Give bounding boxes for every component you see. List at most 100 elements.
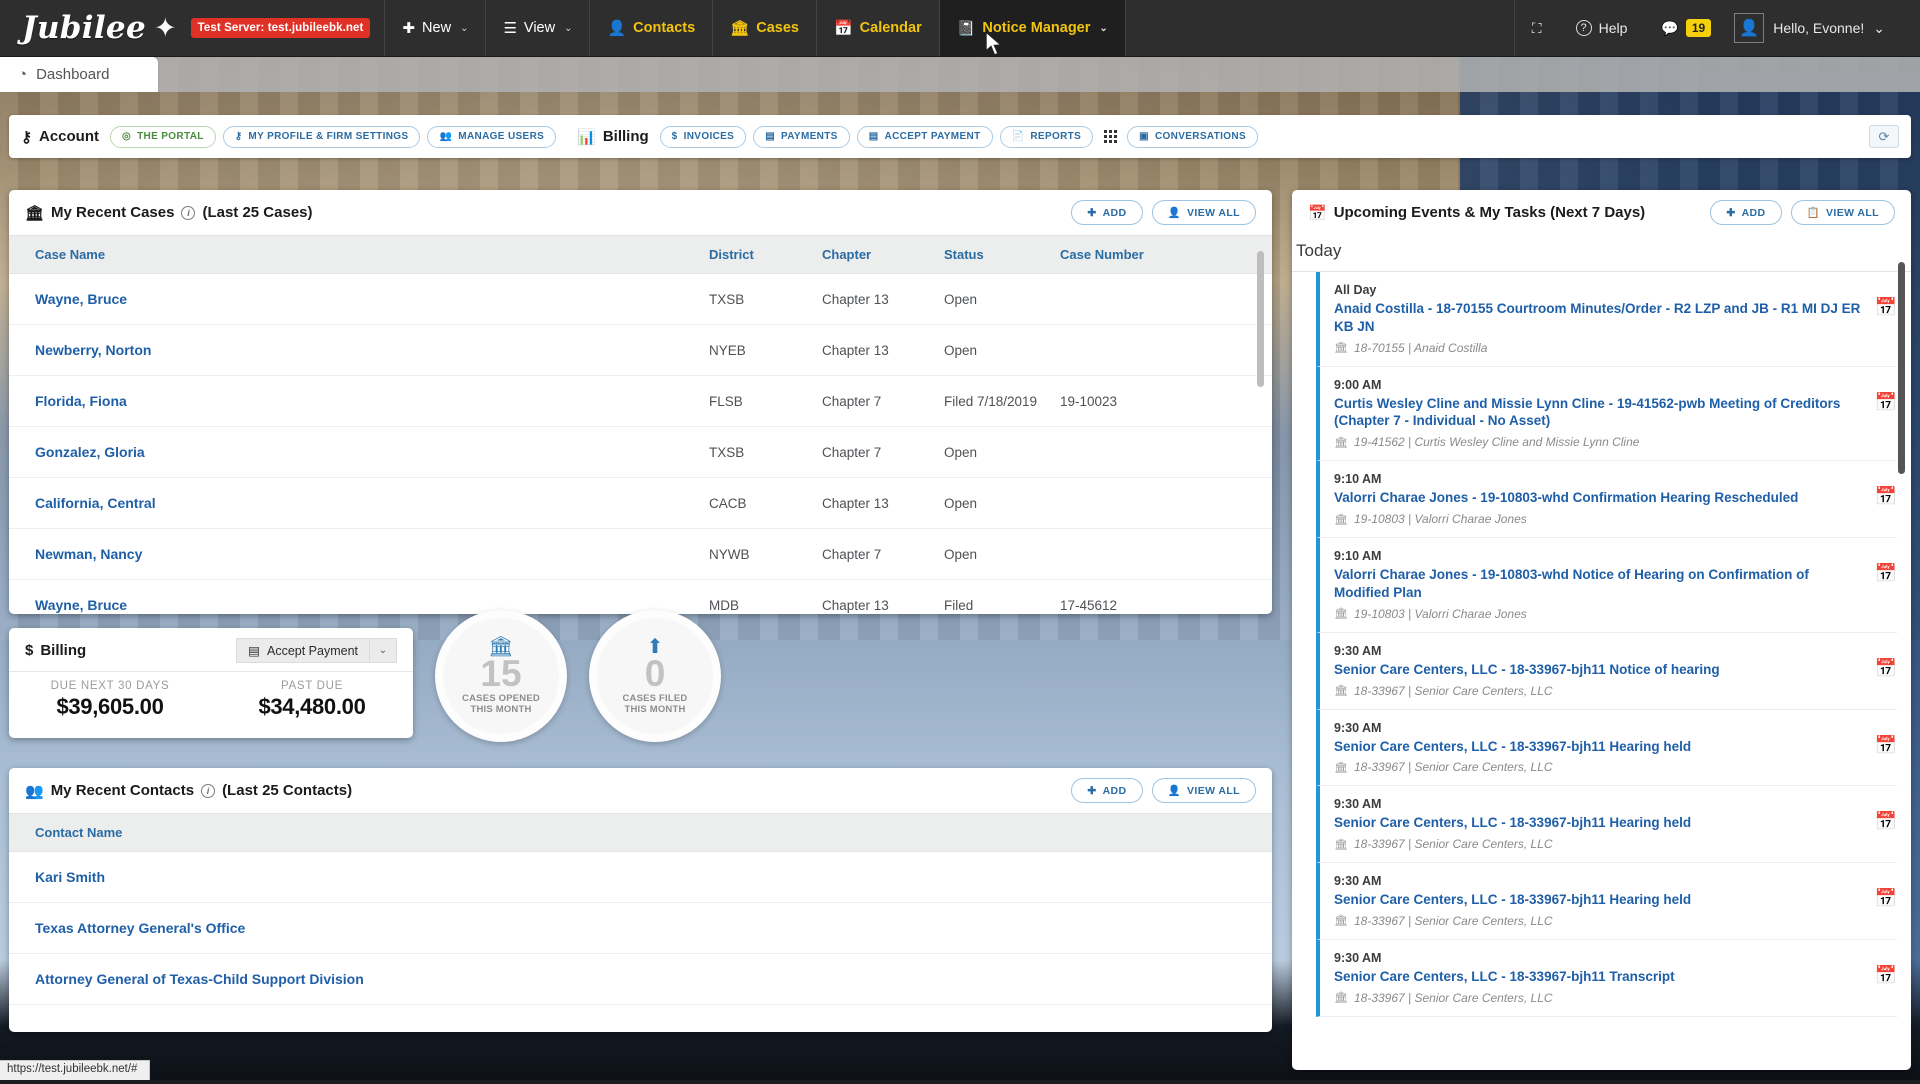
cell-case-name[interactable]: Newman, Nancy: [9, 529, 709, 580]
column-district[interactable]: District: [709, 236, 822, 274]
table-row[interactable]: Florida, FionaFLSBChapter 7Filed 7/18/20…: [9, 376, 1272, 427]
cell-case-name[interactable]: Florida, Fiona: [9, 376, 709, 427]
cell-contact-name[interactable]: Kari Smith: [9, 852, 1272, 903]
cell-case-name[interactable]: Wayne, Bruce: [9, 580, 709, 614]
event-time: 9:00 AM: [1334, 378, 1867, 392]
calendar-icon[interactable]: 📅: [1875, 658, 1897, 679]
recent-cases-scroll-area[interactable]: Case Name District Chapter Status Case N…: [9, 235, 1272, 613]
event-item[interactable]: 9:30 AMSenior Care Centers, LLC - 18-339…: [1316, 863, 1897, 940]
table-row[interactable]: Newman, NancyNYWBChapter 7Open: [9, 529, 1272, 580]
event-title[interactable]: Senior Care Centers, LLC - 18-33967-bjh1…: [1334, 738, 1867, 756]
apps-grid-icon[interactable]: [1104, 130, 1117, 143]
nav-item-view[interactable]: ☰ View ⌄: [486, 0, 590, 56]
table-row[interactable]: California, CentralCACBChapter 13Open: [9, 478, 1272, 529]
calendar-icon[interactable]: 📅: [1875, 735, 1897, 756]
nav-item-new[interactable]: ✚ New ⌄: [385, 0, 486, 56]
table-row[interactable]: Wayne, BruceTXSBChapter 13Open: [9, 274, 1272, 325]
event-title[interactable]: Senior Care Centers, LLC - 18-33967-bjh1…: [1334, 814, 1867, 832]
events-add-button[interactable]: ✚ ADD: [1710, 200, 1781, 225]
events-scroll-area[interactable]: All DayAnaid Costilla - 18-70155 Courtro…: [1292, 272, 1911, 1084]
accept-payment-dropdown-toggle[interactable]: ⌄: [370, 638, 397, 663]
calendar-icon[interactable]: 📅: [1875, 486, 1897, 507]
pill-accept-payment[interactable]: ▤ ACCEPT PAYMENT: [857, 126, 993, 148]
billing-widget: $ Billing ▤ Accept Payment ⌄ DUE NEXT 30…: [9, 628, 413, 738]
stat-cases-filed[interactable]: ⬆ 0 CASES FILED THIS MONTH: [589, 610, 721, 742]
event-title[interactable]: Valorri Charae Jones - 19-10803-whd Noti…: [1334, 566, 1867, 602]
cases-scrollbar-thumb[interactable]: [1257, 251, 1264, 387]
table-row[interactable]: Newberry, NortonNYEBChapter 13Open: [9, 325, 1272, 376]
tab-dashboard[interactable]: ◔ Dashboard: [0, 57, 158, 92]
event-item[interactable]: 9:30 AMSenior Care Centers, LLC - 18-339…: [1316, 710, 1897, 787]
pill-the-portal[interactable]: ◎ THE PORTAL: [110, 126, 216, 148]
calendar-icon[interactable]: 📅: [1875, 392, 1897, 413]
list-item[interactable]: Kari Smith: [9, 852, 1272, 903]
event-item[interactable]: 9:10 AMValorri Charae Jones - 19-10803-w…: [1316, 461, 1897, 538]
user-menu[interactable]: 👤 Hello, Evonne! ⌄: [1734, 13, 1902, 43]
calendar-icon[interactable]: 📅: [1875, 965, 1897, 986]
calendar-icon[interactable]: 📅: [1875, 563, 1897, 584]
cell-case-name[interactable]: Newberry, Norton: [9, 325, 709, 376]
table-row[interactable]: Gonzalez, GloriaTXSBChapter 7Open: [9, 427, 1272, 478]
event-body: 9:30 AMSenior Care Centers, LLC - 18-339…: [1334, 644, 1875, 698]
events-view-all-button[interactable]: 📋 VIEW ALL: [1791, 200, 1895, 225]
chat-button[interactable]: 💬 19: [1644, 19, 1728, 37]
calendar-icon[interactable]: 📅: [1875, 297, 1897, 318]
info-icon[interactable]: i: [201, 784, 215, 798]
events-scrollbar-thumb[interactable]: [1898, 262, 1905, 474]
cases-view-all-button[interactable]: 👤 VIEW ALL: [1152, 200, 1256, 225]
cell-case-name[interactable]: California, Central: [9, 478, 709, 529]
cell-contact-name[interactable]: Texas Attorney General's Office: [9, 903, 1272, 954]
users-icon: 👥: [439, 131, 452, 142]
cell-case-name[interactable]: Gonzalez, Gloria: [9, 427, 709, 478]
list-item[interactable]: Texas Attorney General's Office: [9, 903, 1272, 954]
fullscreen-button[interactable]: ⛶: [1515, 20, 1559, 37]
event-title[interactable]: Anaid Costilla - 18-70155 Courtroom Minu…: [1334, 300, 1867, 336]
accept-payment-button[interactable]: ▤ Accept Payment: [236, 638, 370, 663]
event-item[interactable]: 9:00 AM Curtis Wesley Cline and Missie Ly…: [1316, 367, 1897, 462]
column-chapter[interactable]: Chapter: [822, 236, 944, 274]
nav-item-calendar[interactable]: 📅 Calendar: [817, 0, 940, 56]
event-item[interactable]: 9:30 AMSenior Care Centers, LLC - 18-339…: [1316, 633, 1897, 710]
pill-conversations[interactable]: ▣ CONVERSATIONS: [1127, 126, 1258, 148]
pill-invoices[interactable]: $ INVOICES: [660, 126, 747, 148]
cases-add-button[interactable]: ✚ ADD: [1071, 200, 1142, 225]
list-item[interactable]: Attorney General of Texas-Child Support …: [9, 954, 1272, 1005]
refresh-button[interactable]: ⟳: [1869, 125, 1899, 148]
event-item[interactable]: 9:30 AM Senior Care Centers, LLC - 18-339…: [1316, 786, 1897, 863]
nav-item-notice-manager[interactable]: 📓 Notice Manager ⌄: [940, 0, 1126, 56]
column-contact-name[interactable]: Contact Name: [9, 814, 1272, 852]
event-title[interactable]: Senior Care Centers, LLC - 18-33967-bjh1…: [1334, 968, 1867, 986]
event-title[interactable]: Curtis Wesley Cline and Missie Lynn Clin…: [1334, 395, 1867, 431]
contacts-view-all-button[interactable]: 👤 VIEW ALL: [1152, 778, 1256, 803]
dollar-icon: $: [672, 131, 678, 142]
cell-contact-name[interactable]: Attorney General of Texas-Child Support …: [9, 954, 1272, 1005]
notice-icon: 📓: [957, 19, 976, 37]
calendar-icon[interactable]: 📅: [1875, 888, 1897, 909]
column-case-name[interactable]: Case Name: [9, 236, 709, 274]
event-item[interactable]: 9:30 AMSenior Care Centers, LLC - 18-339…: [1316, 940, 1897, 1017]
event-title[interactable]: Senior Care Centers, LLC - 18-33967-bjh1…: [1334, 891, 1867, 909]
brand-logo[interactable]: Jubilee ✦ Test Server: test.jubileebk.ne…: [0, 0, 385, 56]
pill-payments[interactable]: ▤ PAYMENTS: [753, 126, 850, 148]
pill-manage-users[interactable]: 👥 MANAGE USERS: [427, 126, 556, 148]
calendar-icon[interactable]: 📅: [1875, 811, 1897, 832]
column-case-number[interactable]: Case Number: [1060, 236, 1272, 274]
nav-item-cases[interactable]: 🏛 Cases: [713, 0, 817, 56]
event-item[interactable]: 9:10 AMValorri Charae Jones - 19-10803-w…: [1316, 538, 1897, 633]
pill-reports[interactable]: 📄 REPORTS: [1000, 126, 1094, 148]
column-status[interactable]: Status: [944, 236, 1060, 274]
event-title[interactable]: Senior Care Centers, LLC - 18-33967-bjh1…: [1334, 661, 1867, 679]
pill-manage-users-label: MANAGE USERS: [458, 131, 544, 142]
pill-my-profile-firm-settings[interactable]: ⚷ MY PROFILE & FIRM SETTINGS: [223, 126, 421, 148]
nav-item-contacts[interactable]: 👤 Contacts: [590, 0, 713, 56]
event-item[interactable]: All DayAnaid Costilla - 18-70155 Courtro…: [1316, 272, 1897, 367]
table-row[interactable]: Wayne, BruceMDBChapter 13Filed17-45612: [9, 580, 1272, 614]
stat-cases-opened[interactable]: 🏛 15 CASES OPENED THIS MONTH: [435, 610, 567, 742]
event-time: 9:30 AM: [1334, 797, 1867, 811]
cell-case-name[interactable]: Wayne, Bruce: [9, 274, 709, 325]
help-button[interactable]: ? Help: [1559, 20, 1645, 36]
pill-payments-label: PAYMENTS: [781, 131, 838, 142]
info-icon[interactable]: i: [181, 206, 195, 220]
event-title[interactable]: Valorri Charae Jones - 19-10803-whd Conf…: [1334, 489, 1867, 507]
contacts-add-button[interactable]: ✚ ADD: [1071, 778, 1142, 803]
